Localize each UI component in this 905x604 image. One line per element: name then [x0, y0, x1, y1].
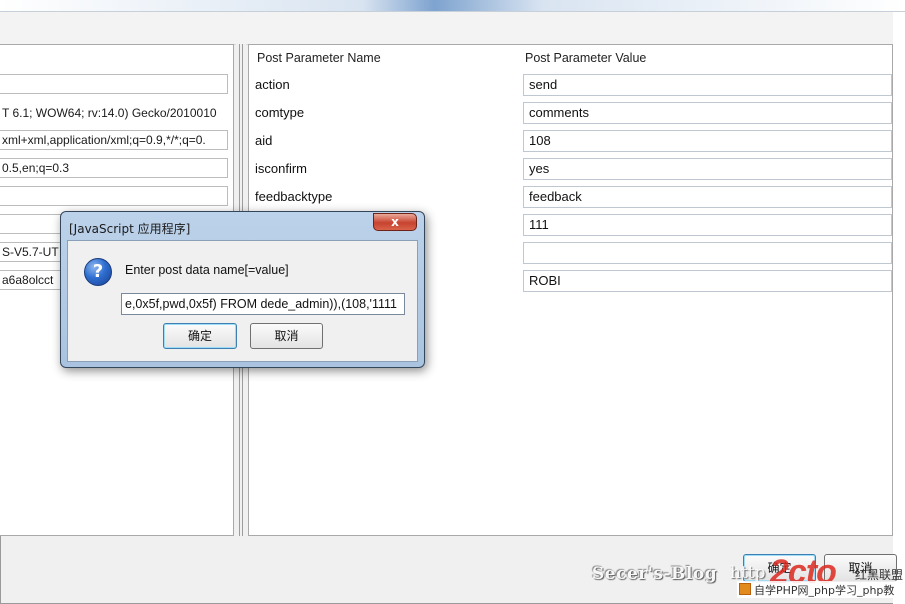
- param-name: action: [255, 77, 290, 92]
- param-value-input[interactable]: [523, 242, 892, 264]
- column-header-name: Post Parameter Name: [257, 51, 381, 65]
- param-value-input[interactable]: 108: [523, 130, 892, 152]
- footer-watermark-text: 自学PHP网_php学习_php教: [754, 584, 895, 597]
- header-field-accept-language[interactable]: 0.5,en;q=0.3: [0, 158, 228, 178]
- param-value-input[interactable]: ROBI: [523, 270, 892, 292]
- post-data-input[interactable]: e,0x5f,pwd,0x5f) FROM dede_admin)),(108,…: [121, 293, 405, 315]
- php-site-icon: [739, 583, 751, 595]
- blog-watermark: Secer's-Blog: [592, 564, 718, 584]
- toolbar-strip: [0, 12, 893, 45]
- url-watermark: http: [730, 563, 766, 583]
- close-icon: x: [391, 215, 399, 229]
- param-name: aid: [255, 133, 273, 148]
- param-name: feedbacktype: [255, 189, 333, 204]
- param-value-input[interactable]: comments: [523, 102, 892, 124]
- param-name: isconfirm: [255, 161, 308, 176]
- javascript-prompt-dialog: [JavaScript 应用程序] x ? Enter post data na…: [60, 211, 425, 368]
- window-title-bar: [0, 0, 905, 12]
- dialog-title: [JavaScript 应用程序]: [69, 222, 191, 236]
- param-value-input[interactable]: send: [523, 74, 892, 96]
- header-field-user-agent[interactable]: T 6.1; WOW64; rv:14.0) Gecko/2010010: [2, 106, 217, 120]
- param-value-input[interactable]: 111: [523, 214, 892, 236]
- dialog-close-button[interactable]: x: [373, 213, 417, 231]
- param-name: comtype: [255, 105, 305, 120]
- param-value-input[interactable]: feedback: [523, 186, 892, 208]
- header-field-accept-encoding[interactable]: [0, 186, 228, 206]
- dialog-prompt-text: Enter post data name[=value]: [125, 263, 289, 277]
- column-header-value: Post Parameter Value: [525, 51, 647, 65]
- header-field-host[interactable]: [0, 74, 228, 94]
- dialog-cancel-button[interactable]: 取消: [250, 323, 323, 349]
- dialog-body: ? Enter post data name[=value] e,0x5f,pw…: [67, 240, 418, 362]
- right-gutter: [893, 12, 905, 604]
- header-field-accept[interactable]: xml+xml,application/xml;q=0.9,*/*;q=0.: [0, 130, 228, 150]
- dialog-ok-button[interactable]: 确定: [163, 323, 237, 349]
- param-value-input[interactable]: yes: [523, 158, 892, 180]
- question-icon: ?: [84, 258, 112, 286]
